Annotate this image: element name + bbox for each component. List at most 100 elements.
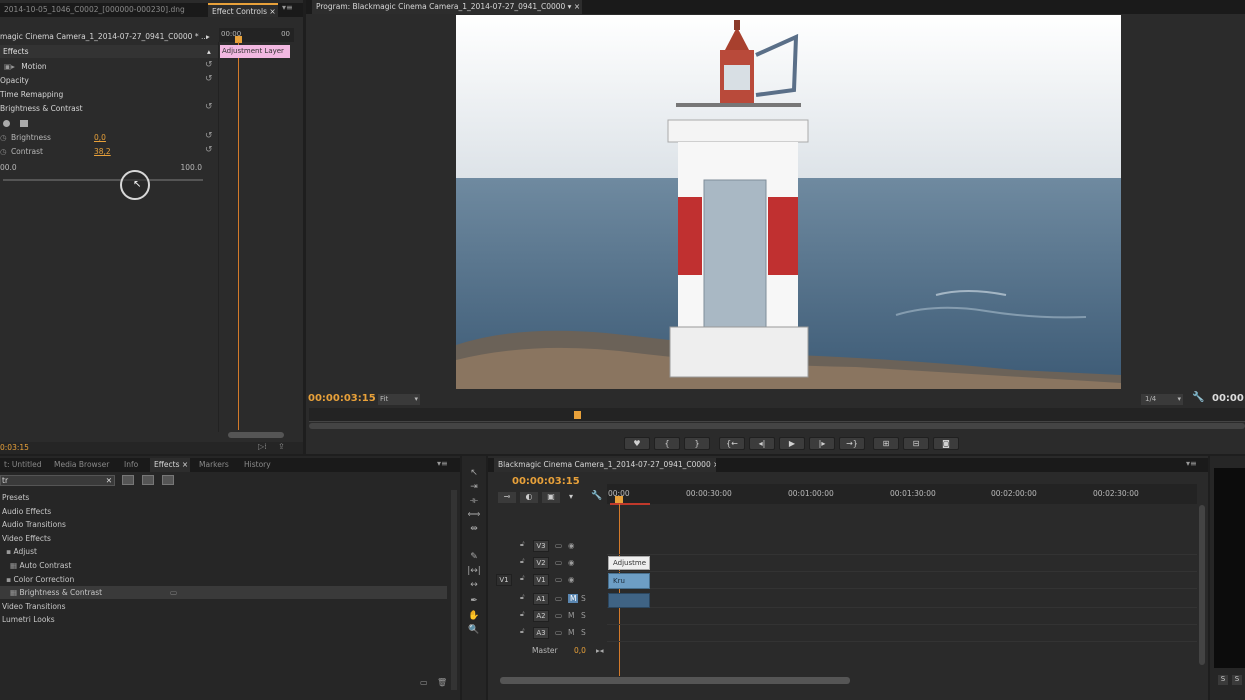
track-select-tool-icon[interactable]: ⇥ xyxy=(466,482,482,495)
solo-left-icon[interactable]: S xyxy=(1218,675,1228,685)
tab-effects[interactable]: Effects × xyxy=(150,458,190,472)
go-to-out-icon[interactable]: ▸◂ xyxy=(596,646,604,655)
lock-icon[interactable]: 🔓︎ xyxy=(520,574,525,583)
expand-icon[interactable]: ▸ xyxy=(206,30,210,43)
effect-folder[interactable]: Video Effects xyxy=(0,532,447,545)
ellipse-mask-icon[interactable] xyxy=(3,120,10,127)
effect-folder[interactable]: ▪ Color Correction xyxy=(0,573,447,586)
timeline-h-scrollbar[interactable] xyxy=(500,677,850,684)
solo-button[interactable]: S xyxy=(581,611,586,620)
panel-menu-icon[interactable]: ▾≡ xyxy=(282,3,293,12)
mute-button[interactable]: M xyxy=(568,611,574,620)
sync-lock-icon[interactable]: ▭ xyxy=(555,575,562,584)
track-target[interactable]: V2 xyxy=(533,557,549,569)
effects-scrollbar[interactable] xyxy=(451,490,457,690)
close-icon[interactable]: × xyxy=(180,460,188,469)
effect-item[interactable]: ▦ Auto Contrast xyxy=(0,559,447,572)
lift-icon[interactable]: ⊞ xyxy=(873,437,899,450)
eye-icon[interactable]: ◉ xyxy=(568,558,575,567)
solo-button[interactable]: S xyxy=(581,594,586,603)
lock-icon[interactable]: 🔓︎ xyxy=(520,593,525,602)
eye-icon[interactable]: ◉ xyxy=(568,541,575,550)
panel-menu-icon[interactable]: ▾≡ xyxy=(437,459,448,468)
stopwatch-icon[interactable]: ◷ xyxy=(0,133,7,142)
reset-icon[interactable]: ↺ xyxy=(205,60,213,70)
export-icon[interactable]: ⇪ xyxy=(278,442,285,451)
slip-tool-icon[interactable]: |↔| xyxy=(466,566,482,579)
reset-icon[interactable]: ↺ xyxy=(205,102,213,112)
solo-button[interactable]: S xyxy=(581,628,586,637)
go-to-in-icon[interactable]: {← xyxy=(719,437,745,450)
rectangle-mask-icon[interactable] xyxy=(20,120,28,127)
effects-search-input[interactable]: tr ✕ xyxy=(0,475,115,486)
effect-folder[interactable]: Lumetri Looks xyxy=(0,613,447,626)
stopwatch-icon[interactable]: ◷ xyxy=(0,147,7,156)
resolution-dropdown[interactable]: 1/4 ▾ xyxy=(1141,394,1183,405)
effect-folder[interactable]: Audio Transitions xyxy=(0,518,447,531)
timeline-timecode[interactable]: 00:00:03:15 xyxy=(512,476,580,487)
reset-icon[interactable]: ↺ xyxy=(205,74,213,84)
clear-search-icon[interactable]: ✕ xyxy=(106,476,112,485)
rolling-edit-tool-icon[interactable]: ⟺ xyxy=(466,510,482,523)
sync-lock-icon[interactable]: ▭ xyxy=(555,611,562,620)
delete-icon[interactable]: 🗑 xyxy=(437,678,447,687)
effect-controls-scrollbar[interactable] xyxy=(228,432,284,438)
sync-lock-icon[interactable]: ▭ xyxy=(555,628,562,637)
linked-selection-icon[interactable]: ◐ xyxy=(520,492,538,503)
contrast-value[interactable]: 38,2 xyxy=(94,145,111,158)
reset-icon[interactable]: ↺ xyxy=(205,131,213,141)
wrench-icon[interactable]: 🔧 xyxy=(1192,392,1204,403)
tab-timeline-sequence[interactable]: Blackmagic Cinema Camera_1_2014-07-27_09… xyxy=(494,458,716,472)
lock-icon[interactable]: 🔓︎ xyxy=(520,540,525,549)
source-patch[interactable]: V1 xyxy=(496,574,512,586)
track-target[interactable]: A3 xyxy=(533,627,549,639)
ripple-edit-tool-icon[interactable]: ⟛ xyxy=(466,496,482,509)
marker-icon[interactable]: ▾ xyxy=(569,492,573,501)
fit-dropdown[interactable]: Fit ▾ xyxy=(378,394,420,405)
sync-lock-icon[interactable]: ▭ xyxy=(555,594,562,603)
step-forward-icon[interactable]: |▸ xyxy=(809,437,835,450)
effect-folder[interactable]: ▪ Adjust xyxy=(0,545,447,558)
program-playhead-icon[interactable] xyxy=(574,411,581,419)
lock-icon[interactable]: 🔓︎ xyxy=(520,610,525,619)
contrast-slider-track[interactable] xyxy=(3,179,203,181)
brightness-value[interactable]: 0,0 xyxy=(94,131,106,144)
accelerated-effects-icon[interactable] xyxy=(122,475,134,485)
play-icon[interactable]: ▶ xyxy=(779,437,805,450)
mark-in-icon[interactable]: { xyxy=(654,437,680,450)
add-marker-icon[interactable]: ▣ xyxy=(542,492,560,503)
work-area-bar[interactable] xyxy=(610,503,650,505)
track-target[interactable]: V3 xyxy=(533,540,549,552)
brightness-contrast-row[interactable]: Brightness & Contrast xyxy=(0,102,218,115)
opacity-row[interactable]: Opacity xyxy=(0,74,218,87)
rate-stretch-tool-icon[interactable]: ⇹ xyxy=(466,524,482,537)
lock-icon[interactable]: 🔓︎ xyxy=(520,557,525,566)
tab-info[interactable]: Info xyxy=(120,458,146,472)
go-to-out-icon[interactable]: →} xyxy=(839,437,865,450)
hand-tool-icon[interactable]: ✋ xyxy=(466,611,482,624)
effect-folder[interactable]: Audio Effects xyxy=(0,505,447,518)
tab-markers[interactable]: Markers xyxy=(195,458,235,472)
program-timecode[interactable]: 00:00:03:15 xyxy=(308,393,376,404)
lock-icon[interactable]: 🔓︎ xyxy=(520,627,525,636)
effect-folder[interactable]: Video Transitions xyxy=(0,600,447,613)
mute-button[interactable]: M xyxy=(568,628,574,637)
motion-row[interactable]: ▣▸ Motion xyxy=(0,60,218,73)
tab-media-browser[interactable]: Media Browser xyxy=(50,458,114,472)
tab-effect-controls[interactable]: Effect Controls × xyxy=(208,3,278,17)
tab-history[interactable]: History xyxy=(240,458,276,472)
panel-menu-icon[interactable]: ▾≡ xyxy=(1186,459,1197,468)
32bit-effects-icon[interactable] xyxy=(142,475,154,485)
tab-program[interactable]: Program: Blackmagic Cinema Camera_1_2014… xyxy=(312,0,582,14)
video-clip[interactable]: Kru xyxy=(608,573,650,589)
extract-icon[interactable]: ⊟ xyxy=(903,437,929,450)
tab-t-untitled[interactable]: t: Untitled xyxy=(0,458,46,472)
audio-clip[interactable] xyxy=(608,593,650,608)
tab-source-file[interactable]: 2014-10-05_1046_C0002_[000000-000230].dn… xyxy=(0,3,205,17)
marker-icon[interactable]: ♥ xyxy=(624,437,650,450)
wrench-icon[interactable]: 🔧 xyxy=(591,491,602,501)
track-target[interactable]: V1 xyxy=(533,574,549,586)
razor-tool-icon[interactable]: ✎ xyxy=(466,552,482,565)
timeline-v-scrollbar[interactable] xyxy=(1199,505,1205,665)
mark-out-icon[interactable]: } xyxy=(684,437,710,450)
